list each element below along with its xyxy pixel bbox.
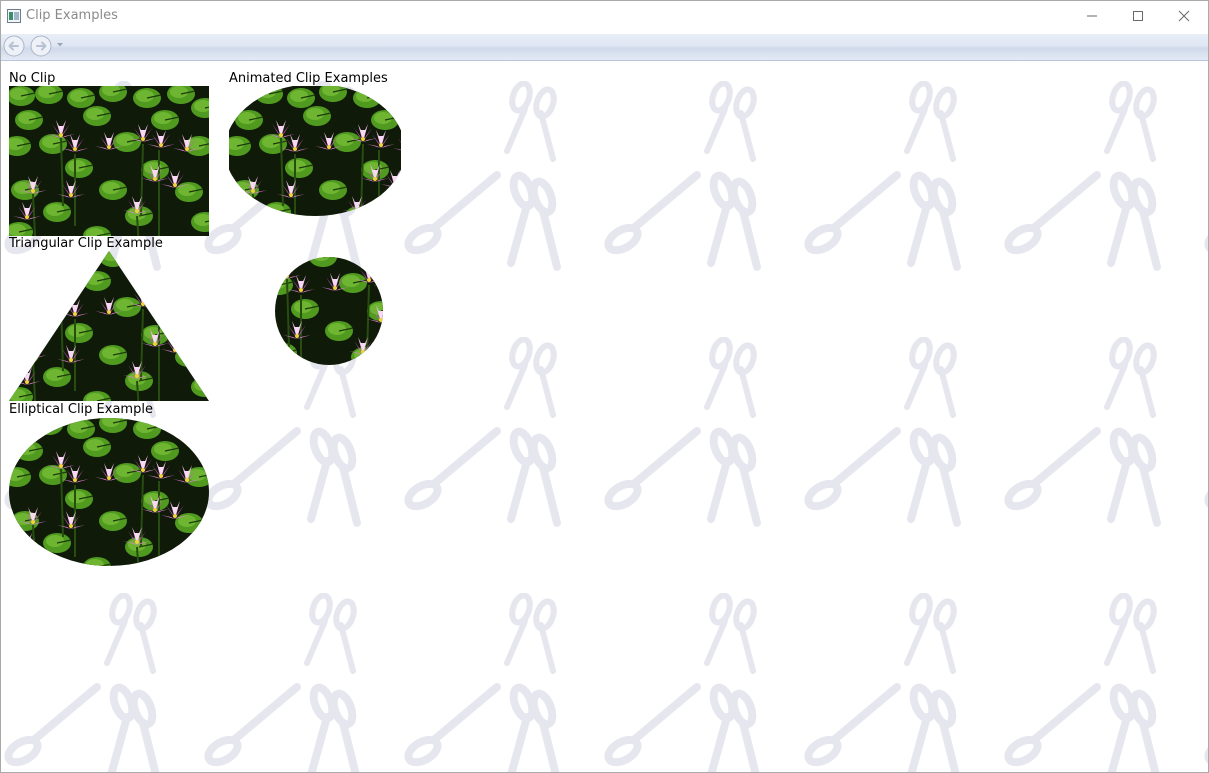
window-title: Clip Examples — [26, 8, 118, 23]
minimize-button[interactable] — [1069, 1, 1115, 31]
close-button[interactable] — [1161, 1, 1207, 31]
triangular-clip-image — [9, 251, 209, 401]
minimize-icon — [1087, 15, 1097, 17]
no-clip-image — [9, 86, 209, 236]
app-icon — [7, 9, 21, 23]
app-window: Clip Examples No Clip Animated Clip Exam… — [0, 0, 1209, 773]
chevron-down-icon — [57, 43, 63, 47]
navigation-bar — [1, 34, 1208, 61]
animated-clip-label: Animated Clip Examples — [229, 71, 388, 86]
content-area: No Clip Animated Clip Examples Triangula… — [1, 61, 1208, 772]
elliptical-clip-label: Elliptical Clip Example — [9, 402, 153, 417]
maximize-button[interactable] — [1115, 1, 1161, 31]
title-bar[interactable]: Clip Examples — [1, 1, 1208, 33]
elliptical-clip-image — [9, 417, 209, 567]
forward-button[interactable] — [30, 35, 52, 57]
triangular-clip-label: Triangular Clip Example — [9, 236, 163, 251]
animated-clip-image-circle — [275, 257, 383, 365]
history-dropdown-button[interactable] — [56, 42, 64, 48]
close-icon — [1178, 10, 1190, 22]
no-clip-label: No Clip — [9, 71, 56, 86]
maximize-icon — [1133, 11, 1143, 21]
animated-clip-image-ellipse — [229, 86, 401, 216]
back-button[interactable] — [3, 35, 25, 57]
